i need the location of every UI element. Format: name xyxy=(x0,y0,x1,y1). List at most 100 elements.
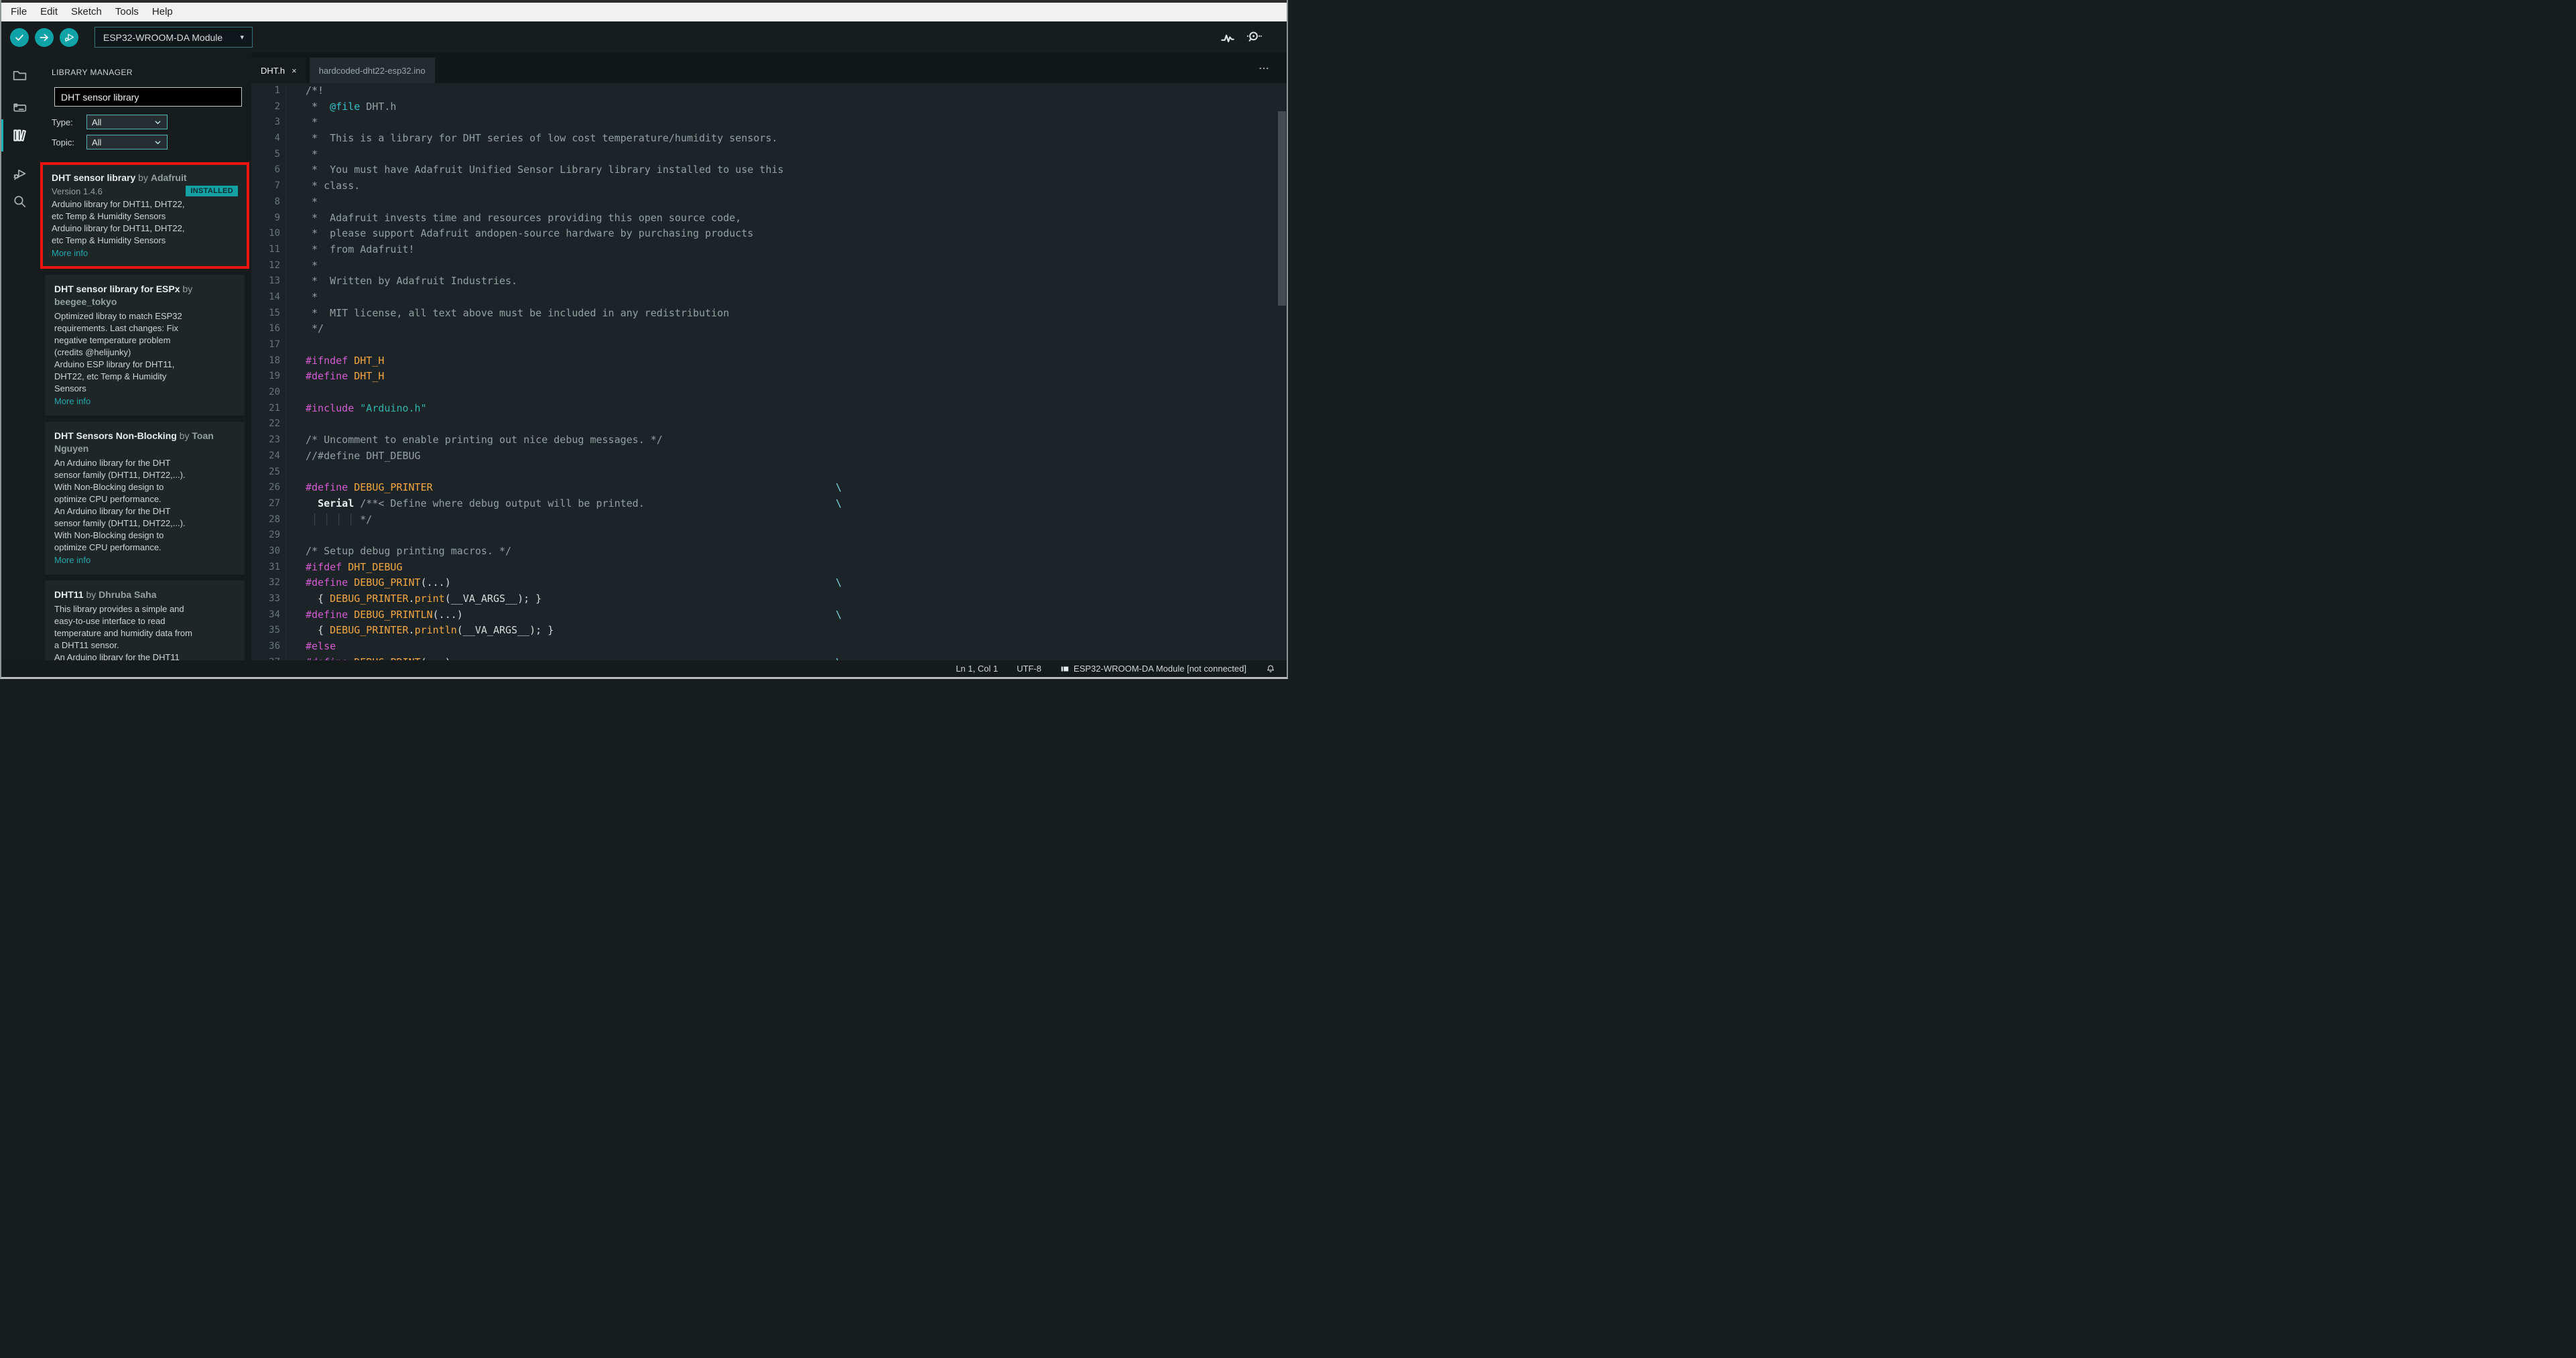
sidebar-item-sketchbook[interactable] xyxy=(1,64,38,86)
code-line: 20 xyxy=(251,385,1287,401)
line-number: 36 xyxy=(251,639,286,655)
board-status[interactable]: ESP32-WROOM-DA Module [not connected] xyxy=(1060,664,1246,674)
library-entry[interactable]: DHT11 by Dhruba Saha This library provide… xyxy=(45,580,245,660)
line-number: 32 xyxy=(251,575,286,591)
code-editor[interactable]: 1/*! 2 * @file DHT.h 3 * 4 * This is a libr… xyxy=(251,83,1287,660)
code-line: 1 /*! xyxy=(251,83,1287,99)
serial-monitor-button[interactable] xyxy=(1244,29,1262,46)
line-content xyxy=(286,465,1287,481)
sidebar-item-search[interactable] xyxy=(1,190,38,212)
chevron-down-icon xyxy=(153,118,162,127)
chevron-down-icon: ▾ xyxy=(240,34,244,42)
cursor-position[interactable]: Ln 1, Col 1 xyxy=(956,664,998,674)
installed-badge: INSTALLED xyxy=(186,186,238,196)
check-icon xyxy=(13,32,25,44)
tab-label: DHT.h xyxy=(261,65,285,76)
code-line: 35 { DEBUG_PRINTER.println(__VA_ARGS__);… xyxy=(251,623,1287,639)
more-info-link[interactable]: More info xyxy=(52,247,238,259)
board-icon xyxy=(11,99,28,116)
notifications-button[interactable] xyxy=(1265,664,1276,674)
line-content: #define DEBUG_PRINTER \ xyxy=(286,480,1287,496)
close-icon[interactable]: × xyxy=(292,66,297,76)
folder-icon xyxy=(11,67,28,84)
line-number: 3 xyxy=(251,115,286,131)
line-number: 4 xyxy=(251,131,286,147)
upload-button[interactable] xyxy=(35,27,54,47)
line-number: 20 xyxy=(251,385,286,401)
library-list: DHT sensor library by Adafruit Version 1.… xyxy=(38,162,251,660)
line-content: * This is a library for DHT series of lo… xyxy=(306,132,778,145)
tab-dht-h[interactable]: DHT.h × xyxy=(251,58,306,83)
verify-button[interactable] xyxy=(10,27,29,47)
code-line: 29 xyxy=(251,528,1287,544)
monitor-icon xyxy=(1244,29,1262,46)
debug-button[interactable] xyxy=(60,27,78,47)
library-filters: Type: All Topic: All xyxy=(52,115,251,155)
code-line: 26 #define DEBUG_PRINTER \ xyxy=(251,480,1287,496)
ellipsis-icon xyxy=(1258,62,1270,74)
menu-file[interactable]: File xyxy=(4,3,34,21)
line-content: * class. xyxy=(306,180,361,192)
editor-tab-bar: DHT.h × hardcoded-dht22-esp32.ino xyxy=(251,53,1287,83)
code-line: 13 * Written by Adafruit Industries. xyxy=(251,273,1287,290)
code-line: 34 #define DEBUG_PRINTLN(...) \ xyxy=(251,607,1287,623)
sidebar-item-debug[interactable] xyxy=(1,162,38,184)
line-number: 10 xyxy=(251,226,286,242)
tab-overflow-button[interactable] xyxy=(1258,62,1270,74)
line-content: #ifdef DHT_DEBUG xyxy=(306,560,403,573)
menu-sketch[interactable]: Sketch xyxy=(64,3,109,21)
filter-select-type[interactable]: All xyxy=(86,115,168,129)
sidebar-item-boards-manager[interactable] xyxy=(1,96,38,119)
menu-help[interactable]: Help xyxy=(145,3,180,21)
line-content xyxy=(286,416,1287,432)
encoding-indicator[interactable]: UTF-8 xyxy=(1017,664,1041,674)
line-content: * @file DHT.h xyxy=(306,100,397,113)
code-line: 22 xyxy=(251,416,1287,433)
line-number: 14 xyxy=(251,289,286,306)
menu-edit[interactable]: Edit xyxy=(34,3,64,21)
entry-description: An Arduino library for the DHT sensor fa… xyxy=(54,458,186,552)
arrow-right-icon xyxy=(38,32,50,44)
filter-select-topic[interactable]: All xyxy=(86,135,168,149)
code-line: 19 #define DHT_H xyxy=(251,369,1287,385)
line-continuation-backslash: \ xyxy=(836,497,842,509)
line-number: 26 xyxy=(251,480,286,496)
select-value: All xyxy=(92,117,102,127)
line-content xyxy=(286,337,1287,353)
tab-hardcoded-dht22-esp32-ino[interactable]: hardcoded-dht22-esp32.ino xyxy=(309,58,435,83)
line-content: * xyxy=(306,147,318,160)
more-info-link[interactable]: More info xyxy=(54,395,235,408)
line-number: 28 xyxy=(251,511,286,528)
line-number: 11 xyxy=(251,241,286,258)
line-number: 7 xyxy=(251,178,286,194)
library-entry[interactable]: DHT sensor library for ESPx by beegee_to… xyxy=(45,275,245,416)
code-line: 21 #include "Arduino.h" xyxy=(251,400,1287,417)
library-entry[interactable]: DHT sensor library by Adafruit Version 1.… xyxy=(40,162,249,269)
entry-title: DHT sensor library for ESPx by beegee_to… xyxy=(54,284,193,307)
board-status-label: ESP32-WROOM-DA Module [not connected] xyxy=(1074,664,1246,674)
serial-plotter-button[interactable] xyxy=(1219,29,1236,46)
board-selector-dropdown[interactable]: ESP32-WROOM-DA Module ▾ xyxy=(94,27,253,48)
line-number: 27 xyxy=(251,495,286,512)
line-content: │ │ │ │ */ xyxy=(306,513,373,526)
menu-tools[interactable]: Tools xyxy=(109,3,145,21)
line-number: 1 xyxy=(251,83,286,99)
line-content: * Adafruit invests time and resources pr… xyxy=(306,211,742,224)
toolbar-right xyxy=(1219,29,1262,46)
line-number: 17 xyxy=(251,337,286,353)
library-search-input[interactable] xyxy=(54,87,242,107)
line-content: * MIT license, all text above must be in… xyxy=(306,306,730,319)
code-line: 15 * MIT license, all text above must be… xyxy=(251,305,1287,322)
library-entry[interactable]: DHT Sensors Non-Blocking by Toan Nguyen A… xyxy=(45,422,245,574)
code-line: 24 //#define DHT_DEBUG xyxy=(251,448,1287,465)
toolbar: ESP32-WROOM-DA Module ▾ xyxy=(1,21,1287,53)
plotter-icon xyxy=(1219,29,1236,46)
code-line: 32 #define DEBUG_PRINT(...) \ xyxy=(251,575,1287,591)
line-number: 6 xyxy=(251,162,286,179)
line-number: 2 xyxy=(251,99,286,115)
line-number: 18 xyxy=(251,353,286,369)
sidebar-item-library-manager[interactable] xyxy=(1,124,38,147)
more-info-link[interactable]: More info xyxy=(54,554,235,566)
editor-scrollbar[interactable] xyxy=(1278,111,1286,306)
line-number: 8 xyxy=(251,194,286,210)
